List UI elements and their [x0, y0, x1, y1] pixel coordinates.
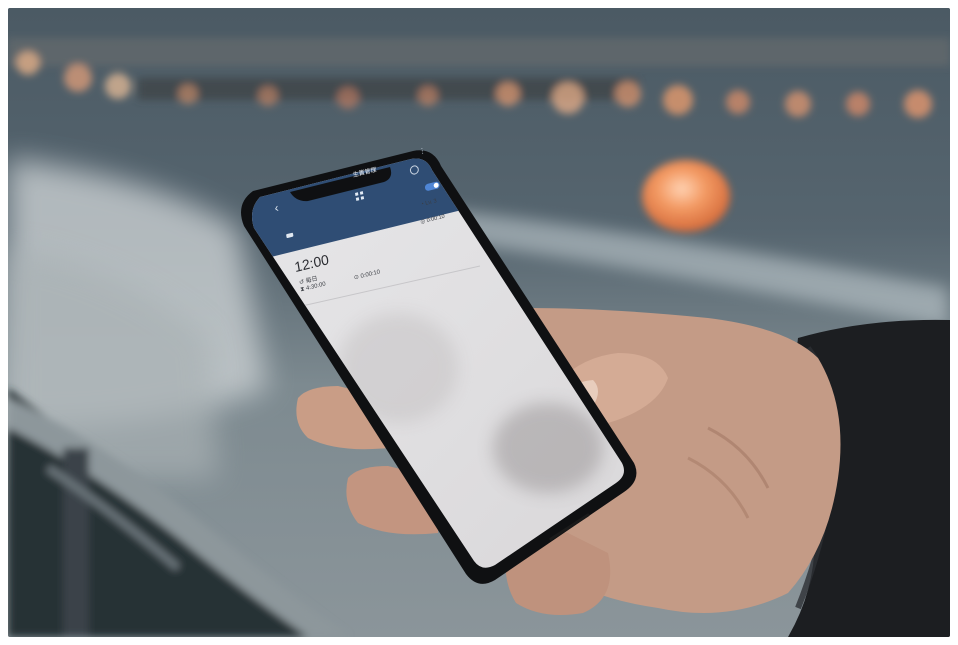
timer-secondary: 0:00:10 — [426, 213, 446, 224]
camera-icon[interactable] — [286, 232, 294, 239]
more-vertical-icon[interactable]: ⋮ — [418, 146, 426, 156]
schedule-time: 12:00 — [293, 251, 330, 276]
timer-primary-row: ⊙ 0:00:10 — [353, 268, 381, 282]
clock-icon[interactable] — [409, 164, 420, 176]
timer-primary: 0:00:10 — [360, 269, 381, 280]
level-row: ◔ Lv. 3 — [420, 198, 437, 208]
header-title: 生簀管理 — [352, 167, 377, 179]
grid-icon[interactable] — [354, 191, 365, 201]
timer-secondary-row: ◎ 0:00:10 — [420, 214, 445, 226]
stopwatch-icon: ◎ — [420, 218, 426, 226]
hourglass-icon: ⧗ — [300, 286, 306, 294]
level-label: Lv. 3 — [424, 198, 438, 207]
photo-frame: ‹ 生簀管理 ⋮ 12:00 ↺ 毎日 ⧗ 4:30:00 ⊙ 0:00:10 — [8, 8, 950, 637]
gauge-icon: ◔ — [420, 201, 425, 208]
target-icon: ⊙ — [353, 274, 360, 282]
toggle-icon[interactable] — [424, 181, 441, 192]
chevron-left-icon[interactable]: ‹ — [273, 200, 279, 215]
orange-buoy — [642, 160, 730, 232]
